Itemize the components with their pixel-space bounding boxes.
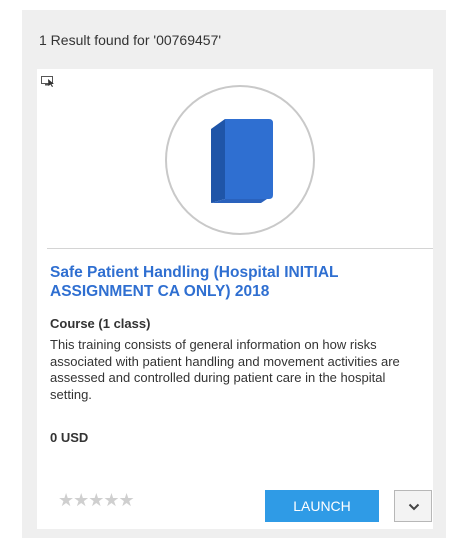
course-type: Course (1 class) [50, 316, 151, 331]
star-rating[interactable]: ★★★★★ [58, 490, 135, 511]
desktop-cursor-icon [41, 74, 55, 87]
course-price: 0 USD [50, 430, 89, 445]
launch-button[interactable]: LAUNCH [265, 490, 379, 522]
divider [47, 248, 433, 249]
course-description: This training consists of general inform… [50, 337, 400, 402]
course-card: Safe Patient Handling (Hospital INITIAL … [37, 69, 433, 529]
search-results-panel: 1 Result found for '00769457' Safe Patie… [22, 10, 446, 538]
chevron-down-icon [408, 503, 420, 511]
book-icon [211, 119, 273, 203]
more-options-button[interactable] [394, 490, 432, 522]
result-count: 1 Result found for '00769457' [39, 32, 222, 48]
course-thumbnail[interactable] [165, 85, 315, 235]
course-title-link[interactable]: Safe Patient Handling (Hospital INITIAL … [50, 263, 420, 301]
